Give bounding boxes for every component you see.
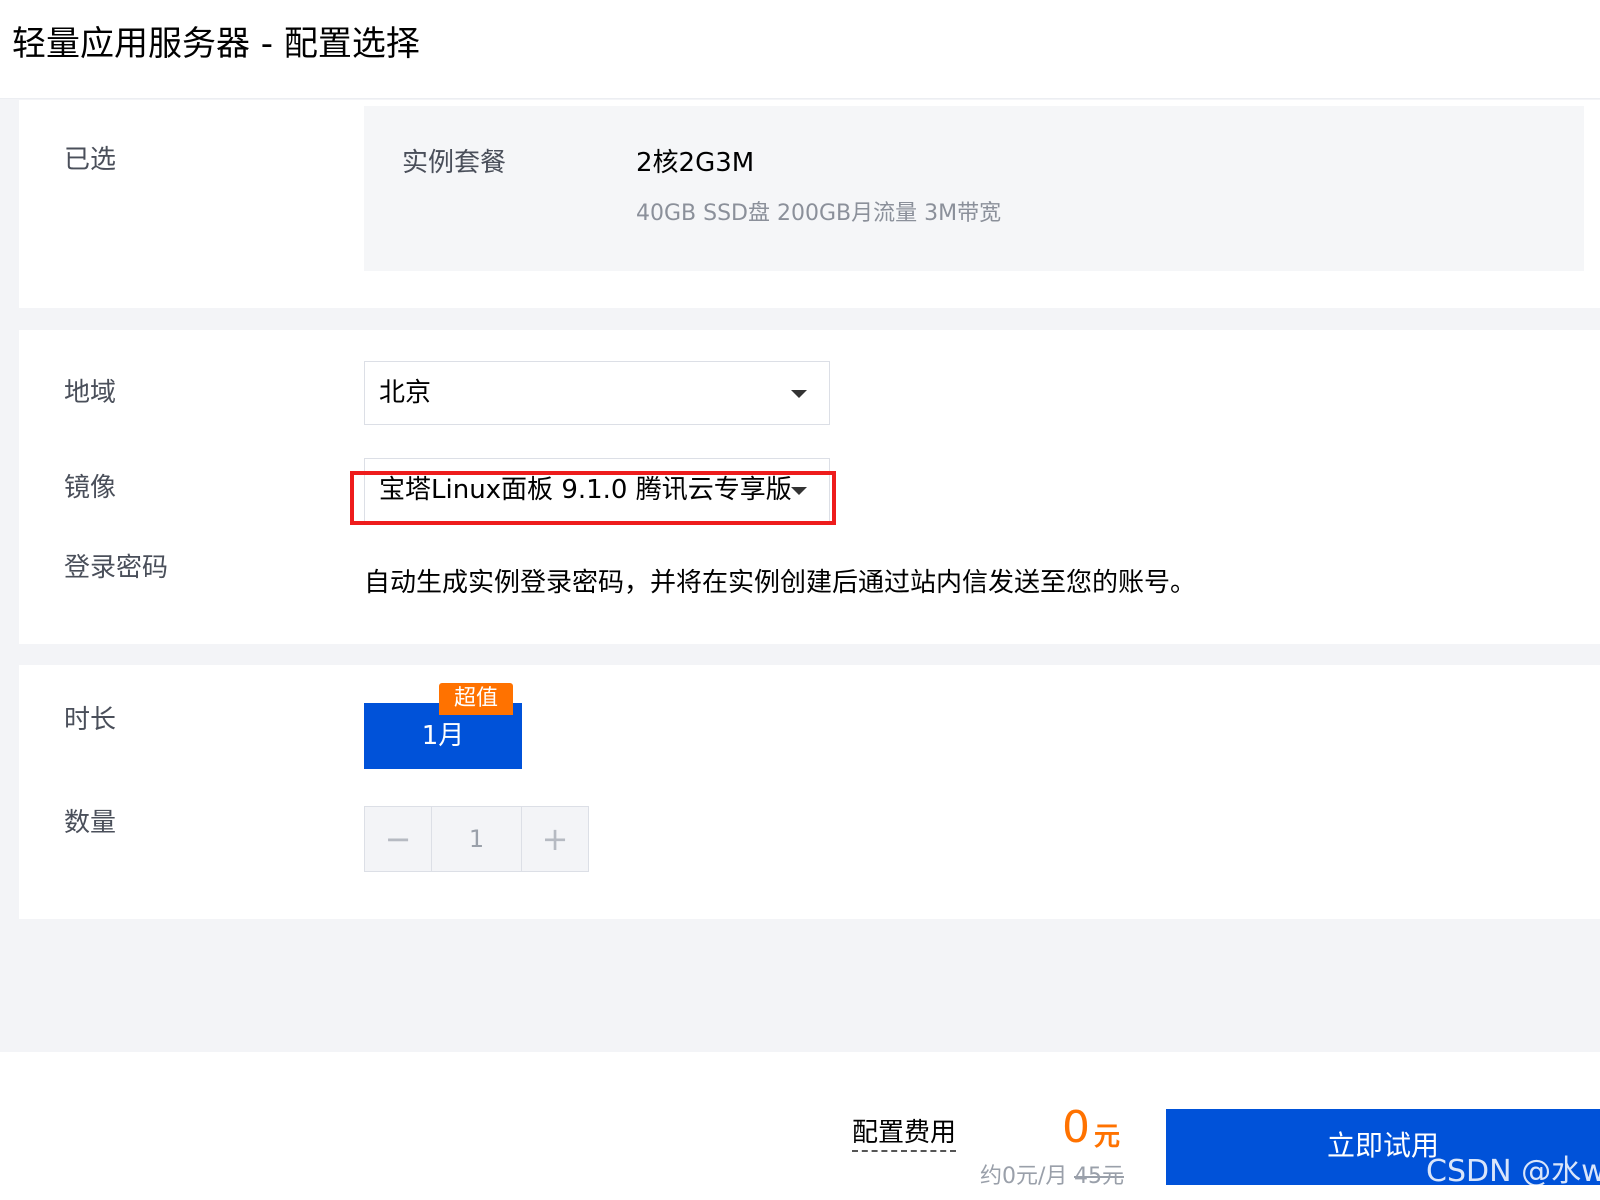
duration-value: 1月 (421, 721, 465, 751)
package-desc: 40GB SSD盘 200GB月流量 3M带宽 (636, 201, 1002, 226)
price-unit: 元 (1094, 1122, 1121, 1152)
monthly-price: 约0元/月 (980, 1164, 1068, 1189)
duration-label: 时长 (64, 705, 117, 735)
package-name: 2核2G3M (636, 148, 755, 178)
price-footer: 配置费用 0 元 约0元/月 45元 立即试用 (0, 1052, 1600, 1200)
page-title: 轻量应用服务器 - 配置选择 (12, 24, 420, 64)
config-card: 地域 北京 镜像 宝塔Linux面板 9.1.0 腾讯云专享版 登录密码 自动生… (19, 330, 1600, 644)
image-value: 宝塔Linux面板 9.1.0 腾讯云专享版 (379, 475, 792, 505)
password-label: 登录密码 (64, 553, 169, 583)
quantity-value[interactable]: 1 (432, 807, 521, 871)
caret-down-icon (791, 487, 807, 495)
region-select[interactable]: 北京 (364, 361, 830, 425)
password-hint: 自动生成实例登录密码，并将在实例创建后通过站内信发送至您的账号。 (364, 568, 1197, 598)
original-price: 45元 (1074, 1164, 1124, 1189)
price-amount: 0 (1062, 1102, 1090, 1153)
quantity-label: 数量 (64, 808, 117, 838)
cost-label[interactable]: 配置费用 (852, 1116, 957, 1152)
selected-package-panel: 实例套餐 2核2G3M 40GB SSD盘 200GB月流量 3M带宽 (364, 106, 1584, 271)
page-header: 轻量应用服务器 - 配置选择 (0, 0, 1600, 99)
image-label: 镜像 (64, 473, 117, 503)
quantity-stepper: − 1 + (364, 806, 589, 872)
selected-summary-card: 已选 实例套餐 2核2G3M 40GB SSD盘 200GB月流量 3M带宽 (19, 100, 1600, 308)
promo-badge: 超值 (439, 683, 513, 715)
selected-label: 已选 (64, 145, 117, 175)
caret-down-icon (791, 390, 807, 398)
plus-icon[interactable]: + (521, 807, 588, 871)
minus-icon[interactable]: − (365, 807, 432, 871)
purchase-card: 时长 1月 超值 数量 − 1 + (19, 665, 1600, 919)
region-label: 地域 (64, 378, 117, 408)
watermark: CSDN @水w (1426, 1154, 1600, 1189)
region-value: 北京 (379, 378, 432, 408)
image-select[interactable]: 宝塔Linux面板 9.1.0 腾讯云专享版 (364, 458, 830, 522)
package-label: 实例套餐 (402, 148, 507, 178)
